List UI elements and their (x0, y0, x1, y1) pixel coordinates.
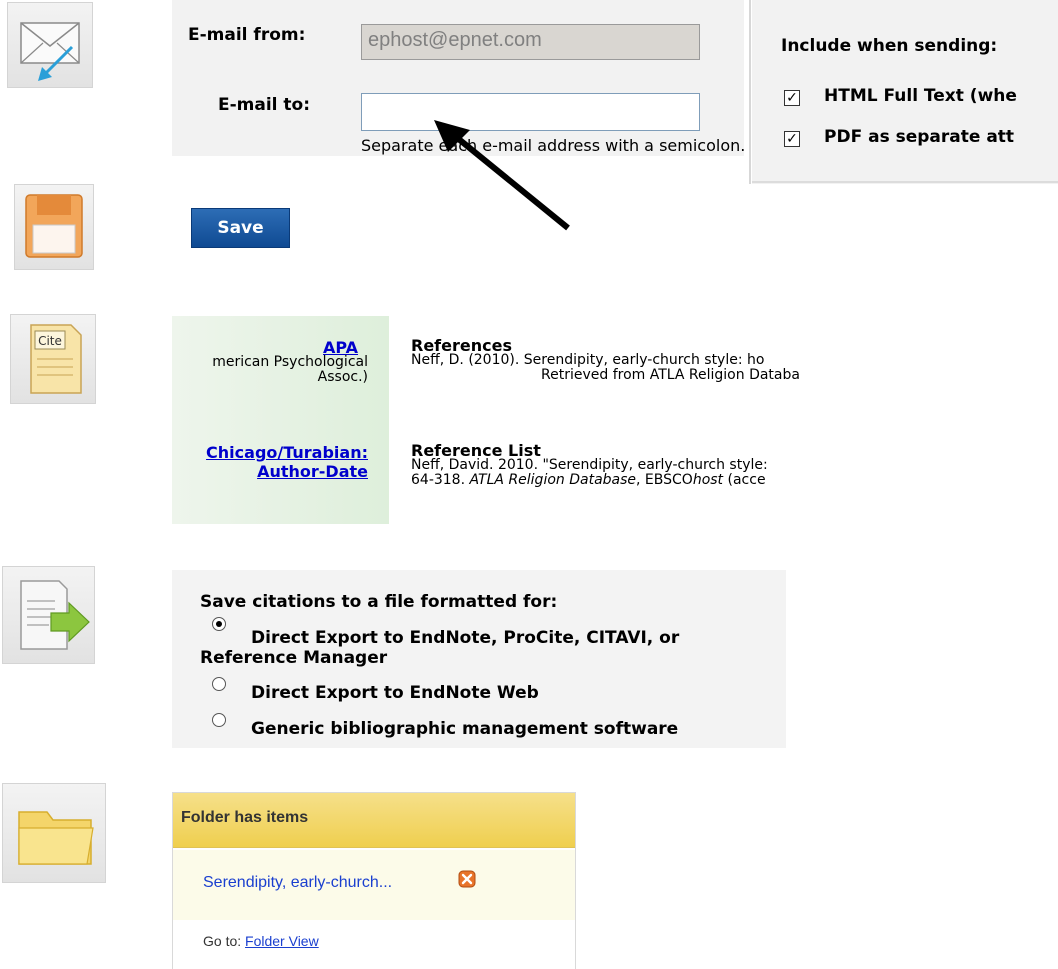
export-option-endnote-label: Direct Export to EndNote, ProCite, CITAV… (200, 628, 679, 668)
folder-icon-tile[interactable] (2, 783, 106, 883)
email-icon (20, 22, 80, 81)
save-disk-icon (25, 194, 83, 258)
chicago-citation-block: Reference List Neff, David. 2010. "Seren… (411, 443, 768, 488)
export-icon-tile[interactable] (2, 566, 95, 664)
chicago-citation-line2: 64-318. ATLA Religion Database, EBSCOhos… (411, 472, 766, 488)
apa-citation-line2: Retrieved from ATLA Religion Databa (541, 367, 800, 383)
export-option-endnote-line2: Reference Manager (200, 648, 388, 668)
export-title: Save citations to a file formatted for: (200, 592, 558, 612)
include-title: Include when sending: (781, 36, 998, 56)
export-option-generic-radio[interactable] (212, 713, 226, 727)
folder-item-link[interactable]: Serendipity, early-church... (203, 874, 392, 892)
include-bottom-rule (752, 181, 1058, 183)
goto-line: Go to: Folder View (203, 933, 319, 949)
chicago-style-link[interactable]: Chicago/Turabian: Author-Date (172, 443, 368, 481)
chicago-link-line1[interactable]: Chicago/Turabian: (172, 443, 368, 462)
email-icon-tile[interactable] (7, 2, 93, 88)
chicago-link-line2[interactable]: Author-Date (172, 462, 368, 481)
apa-citation-block: References Neff, D. (2010). Serendipity,… (411, 338, 800, 383)
pdf-attachment-checkbox[interactable]: ✓ (784, 131, 800, 147)
folder-header-title: Folder has items (181, 809, 309, 826)
cite-icon-tile[interactable]: Cite (10, 314, 96, 404)
email-from-label: E-mail from: (188, 25, 306, 45)
chicago-citation-line1: Neff, David. 2010. "Serendipity, early-c… (411, 457, 768, 473)
email-to-label: E-mail to: (218, 95, 311, 115)
apa-citation-line1: Neff, D. (2010). Serendipity, early-chur… (411, 352, 765, 368)
export-option-endnote-line1: Direct Export to EndNote, ProCite, CITAV… (251, 628, 680, 648)
save-button[interactable]: Save (191, 208, 290, 248)
export-option-generic-label: Generic bibliographic management softwar… (251, 719, 679, 739)
apa-style-desc: merican Psychological Assoc.) (172, 355, 368, 385)
remove-x-icon[interactable] (458, 870, 476, 888)
export-option-endnote-web-radio[interactable] (212, 677, 226, 691)
folder-view-link[interactable]: Folder View (245, 933, 319, 949)
export-option-endnote-web-label: Direct Export to EndNote Web (251, 683, 539, 703)
goto-label: Go to: (203, 933, 242, 949)
apa-desc-line1: merican Psychological (212, 354, 368, 370)
cite-icon: Cite (30, 324, 82, 394)
apa-desc-line2: Assoc.) (317, 369, 368, 385)
arrow-annotation (434, 120, 570, 231)
export-icon (20, 580, 90, 650)
folder-icon (18, 811, 94, 865)
panel-divider (749, 0, 751, 184)
apa-heading: References (411, 336, 512, 355)
save-icon-tile[interactable] (14, 184, 94, 270)
svg-text:Cite: Cite (38, 334, 62, 348)
pdf-attachment-label: PDF as separate att (824, 127, 1015, 147)
chicago-heading: Reference List (411, 441, 541, 460)
html-fulltext-checkbox[interactable]: ✓ (784, 90, 800, 106)
html-fulltext-label: HTML Full Text (whe (824, 86, 1017, 106)
email-from-field: ephost@epnet.com (361, 24, 700, 60)
